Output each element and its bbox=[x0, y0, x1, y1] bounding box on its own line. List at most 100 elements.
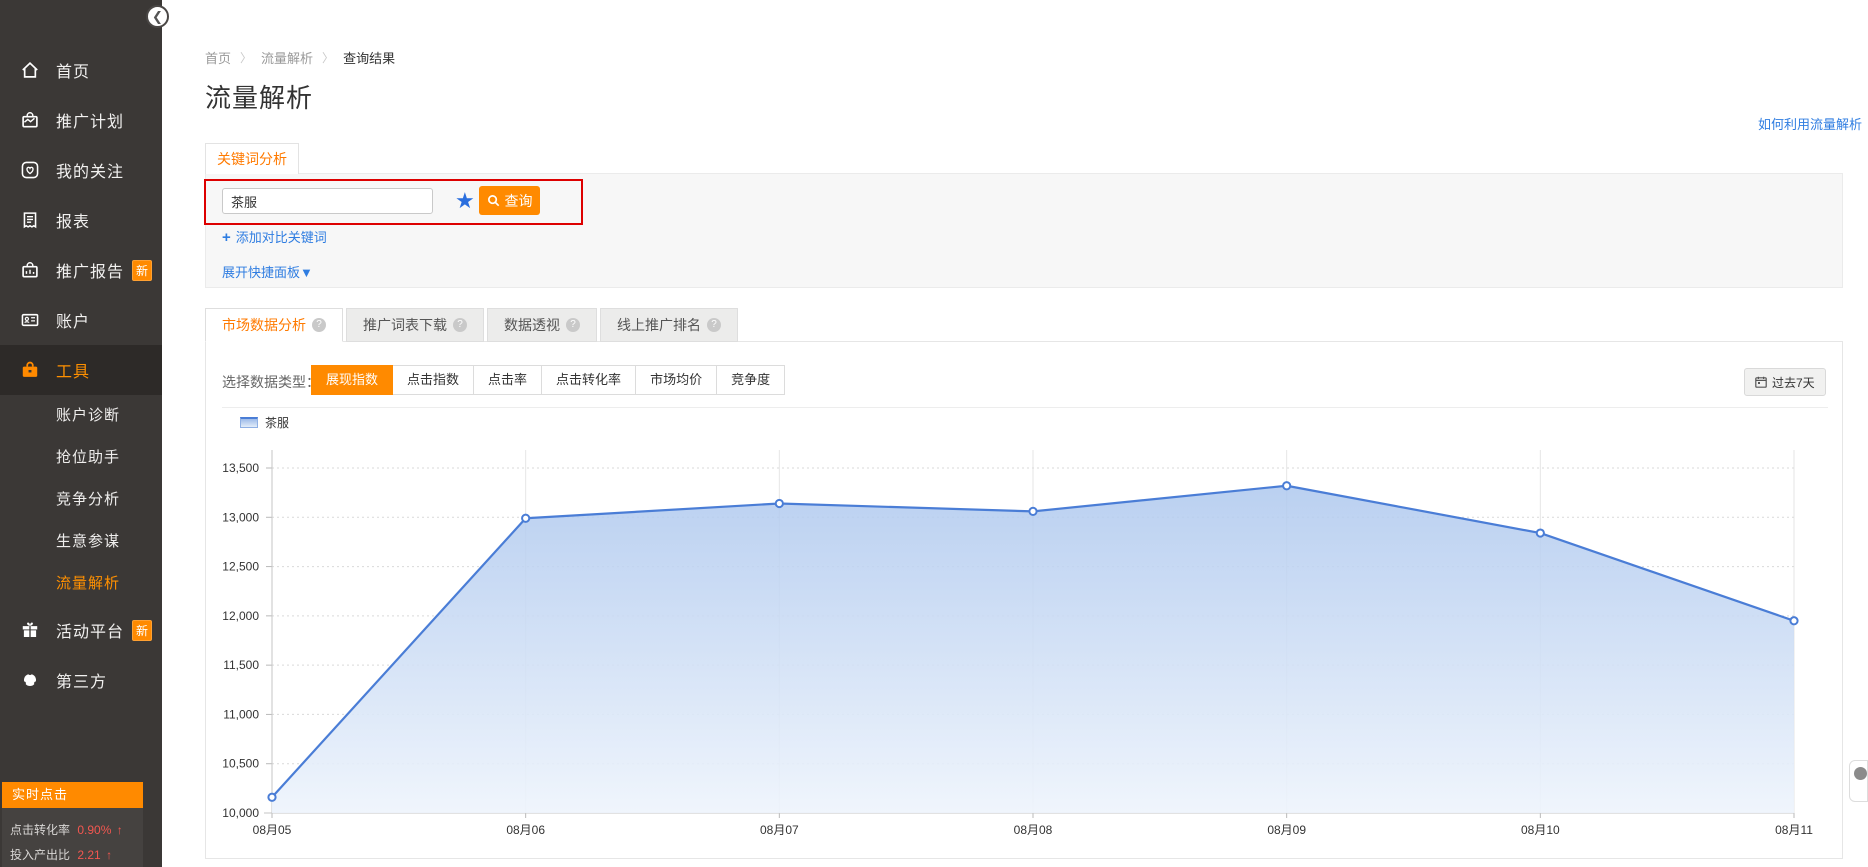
sidebar-collapse-button[interactable]: ❮ bbox=[146, 5, 169, 28]
datatype-click-index[interactable]: 点击指数 bbox=[392, 365, 474, 395]
sidebar-item-campaigns[interactable]: 推广计划 bbox=[0, 95, 162, 145]
id-card-icon bbox=[20, 310, 40, 330]
datatype-market-avg-price[interactable]: 市场均价 bbox=[635, 365, 717, 395]
sidebar-subitem-account-diagnosis[interactable]: 账户诊断 bbox=[0, 395, 162, 437]
datatype-ctr[interactable]: 点击率 bbox=[473, 365, 542, 395]
datatype-conversion-rate[interactable]: 点击转化率 bbox=[541, 365, 636, 395]
tab-online-promo-ranking[interactable]: 线上推广排名 ? bbox=[600, 308, 738, 342]
sidebar-item-label: 活动平台 bbox=[56, 618, 124, 642]
tab-label: 推广词表下载 bbox=[363, 309, 447, 342]
sidebar-subitem-traffic-analysis[interactable]: 流量解析 bbox=[0, 563, 162, 605]
svg-text:12,500: 12,500 bbox=[222, 560, 259, 574]
tab-label: 市场数据分析 bbox=[222, 309, 306, 342]
svg-text:13,000: 13,000 bbox=[222, 510, 259, 524]
feedback-float-button[interactable] bbox=[1849, 760, 1868, 802]
help-icon[interactable]: ? bbox=[453, 318, 467, 332]
date-range-button[interactable]: 过去7天 bbox=[1744, 368, 1826, 396]
breadcrumb-traffic-analysis[interactable]: 流量解析 bbox=[261, 48, 313, 67]
sidebar-item-home[interactable]: 首页 bbox=[0, 45, 162, 95]
chevron-right-icon: 〉 bbox=[322, 49, 334, 66]
sidebar-item-label: 首页 bbox=[56, 58, 90, 82]
realtime-row-ctr: 点击转化率 0.90% ↑ bbox=[10, 818, 143, 843]
feedback-icon bbox=[1854, 767, 1867, 780]
datatype-label: 选择数据类型： bbox=[222, 372, 320, 392]
traffic-analysis-page: ❮ 首页 推广计划 我的关注 bbox=[0, 0, 1868, 867]
sidebar: ❮ 首页 推广计划 我的关注 bbox=[0, 0, 162, 867]
tab-data-pivot[interactable]: 数据透视 ? bbox=[487, 308, 597, 342]
home-icon bbox=[20, 60, 40, 80]
sidebar-item-label: 工具 bbox=[56, 358, 90, 382]
legend-swatch-icon bbox=[240, 417, 258, 428]
svg-text:08月11: 08月11 bbox=[1775, 823, 1813, 837]
sidebar-item-label: 我的关注 bbox=[56, 158, 124, 182]
sidebar-item-label: 报表 bbox=[56, 208, 90, 232]
sidebar-subitem-business-advisor[interactable]: 生意参谋 bbox=[0, 521, 162, 563]
realtime-clicks-tab[interactable]: 实时点击 bbox=[2, 782, 143, 808]
breadcrumb-home[interactable]: 首页 bbox=[205, 48, 231, 67]
svg-text:11,500: 11,500 bbox=[223, 658, 259, 672]
realtime-widget: 实时点击 点击转化率 0.90% ↑ 投入产出比 2.21 ↑ bbox=[2, 782, 143, 867]
datatype-competition[interactable]: 竞争度 bbox=[716, 365, 785, 395]
expand-quick-panel-link[interactable]: 展开快捷面板▼ bbox=[222, 262, 313, 281]
chevron-right-icon: 〉 bbox=[240, 49, 252, 66]
svg-text:10,000: 10,000 bbox=[222, 806, 259, 820]
svg-text:08月06: 08月06 bbox=[506, 823, 545, 837]
svg-text:08月08: 08月08 bbox=[1014, 823, 1053, 837]
datatype-button-group: 展现指数 点击指数 点击率 点击转化率 市场均价 竞争度 bbox=[312, 365, 785, 395]
briefcase-icon bbox=[20, 110, 40, 130]
up-arrow-icon: ↑ bbox=[106, 848, 112, 862]
toolbox-icon bbox=[20, 360, 40, 380]
help-icon[interactable]: ? bbox=[707, 318, 721, 332]
sidebar-item-activity-platform[interactable]: 活动平台 新 bbox=[0, 605, 162, 655]
sidebar-subitem-competition-analysis[interactable]: 竞争分析 bbox=[0, 479, 162, 521]
realtime-row-roi: 投入产出比 2.21 ↑ bbox=[10, 843, 143, 867]
svg-text:11,000: 11,000 bbox=[223, 707, 259, 721]
help-icon[interactable]: ? bbox=[312, 318, 326, 332]
svg-text:12,000: 12,000 bbox=[222, 609, 259, 623]
gift-icon bbox=[20, 620, 40, 640]
sidebar-item-label: 第三方 bbox=[56, 668, 107, 692]
sidebar-subitem-rank-assistant[interactable]: 抢位助手 bbox=[0, 437, 162, 479]
svg-text:13,500: 13,500 bbox=[222, 461, 259, 475]
data-tabs: 市场数据分析 ? 推广词表下载 ? 数据透视 ? 线上推广排名 ? bbox=[205, 308, 738, 342]
tab-label: 数据透视 bbox=[504, 309, 560, 342]
sidebar-item-promo-report[interactable]: 推广报告 新 bbox=[0, 245, 162, 295]
svg-text:10,500: 10,500 bbox=[222, 757, 259, 771]
date-range-label: 过去7天 bbox=[1772, 374, 1815, 391]
chart-panel: 选择数据类型： 展现指数 点击指数 点击率 点击转化率 市场均价 竞争度 过去7… bbox=[205, 341, 1843, 859]
stat-label: 投入产出比 bbox=[10, 848, 70, 862]
tab-promo-wordlist-download[interactable]: 推广词表下载 ? bbox=[346, 308, 484, 342]
help-icon[interactable]: ? bbox=[566, 318, 580, 332]
plus-icon: + bbox=[222, 229, 231, 246]
up-arrow-icon: ↑ bbox=[117, 823, 123, 837]
sidebar-item-favorites[interactable]: 我的关注 bbox=[0, 145, 162, 195]
sidebar-item-third-party[interactable]: 第三方 bbox=[0, 655, 162, 705]
search-panel bbox=[205, 173, 1843, 288]
line-chart: 08月0508月0608月0708月0808月0908月1008月1110,00… bbox=[206, 432, 1844, 852]
sidebar-item-reports[interactable]: 报表 bbox=[0, 195, 162, 245]
sidebar-item-account[interactable]: 账户 bbox=[0, 295, 162, 345]
svg-text:08月07: 08月07 bbox=[760, 823, 799, 837]
calendar-icon bbox=[1755, 376, 1767, 388]
favorite-star-icon[interactable]: ★ bbox=[455, 188, 475, 214]
chart-legend-item[interactable]: 茶服 bbox=[240, 414, 289, 431]
query-button[interactable]: 查询 bbox=[479, 186, 540, 215]
how-to-use-link[interactable]: 如何利用流量解析 bbox=[1758, 114, 1862, 133]
add-compare-keyword-link[interactable]: + 添加对比关键词 bbox=[222, 227, 327, 246]
query-button-label: 查询 bbox=[505, 191, 533, 211]
page-title: 流量解析 bbox=[205, 78, 313, 115]
sidebar-item-tools[interactable]: 工具 bbox=[0, 345, 162, 395]
new-badge: 新 bbox=[132, 260, 152, 281]
heart-icon bbox=[20, 160, 40, 180]
add-compare-label: 添加对比关键词 bbox=[236, 230, 327, 245]
datatype-impression-index[interactable]: 展现指数 bbox=[311, 365, 393, 395]
sidebar-item-label: 账户 bbox=[56, 308, 90, 332]
svg-text:08月10: 08月10 bbox=[1521, 823, 1560, 837]
legend-label: 茶服 bbox=[265, 414, 289, 431]
breadcrumb-query-result: 查询结果 bbox=[343, 48, 395, 67]
keyword-input[interactable] bbox=[222, 188, 433, 214]
new-badge: 新 bbox=[132, 620, 152, 641]
tab-market-data-analysis[interactable]: 市场数据分析 ? bbox=[205, 308, 343, 342]
sidebar-item-label: 推广报告 bbox=[56, 258, 124, 282]
tab-keyword-analysis[interactable]: 关键词分析 bbox=[205, 143, 299, 174]
